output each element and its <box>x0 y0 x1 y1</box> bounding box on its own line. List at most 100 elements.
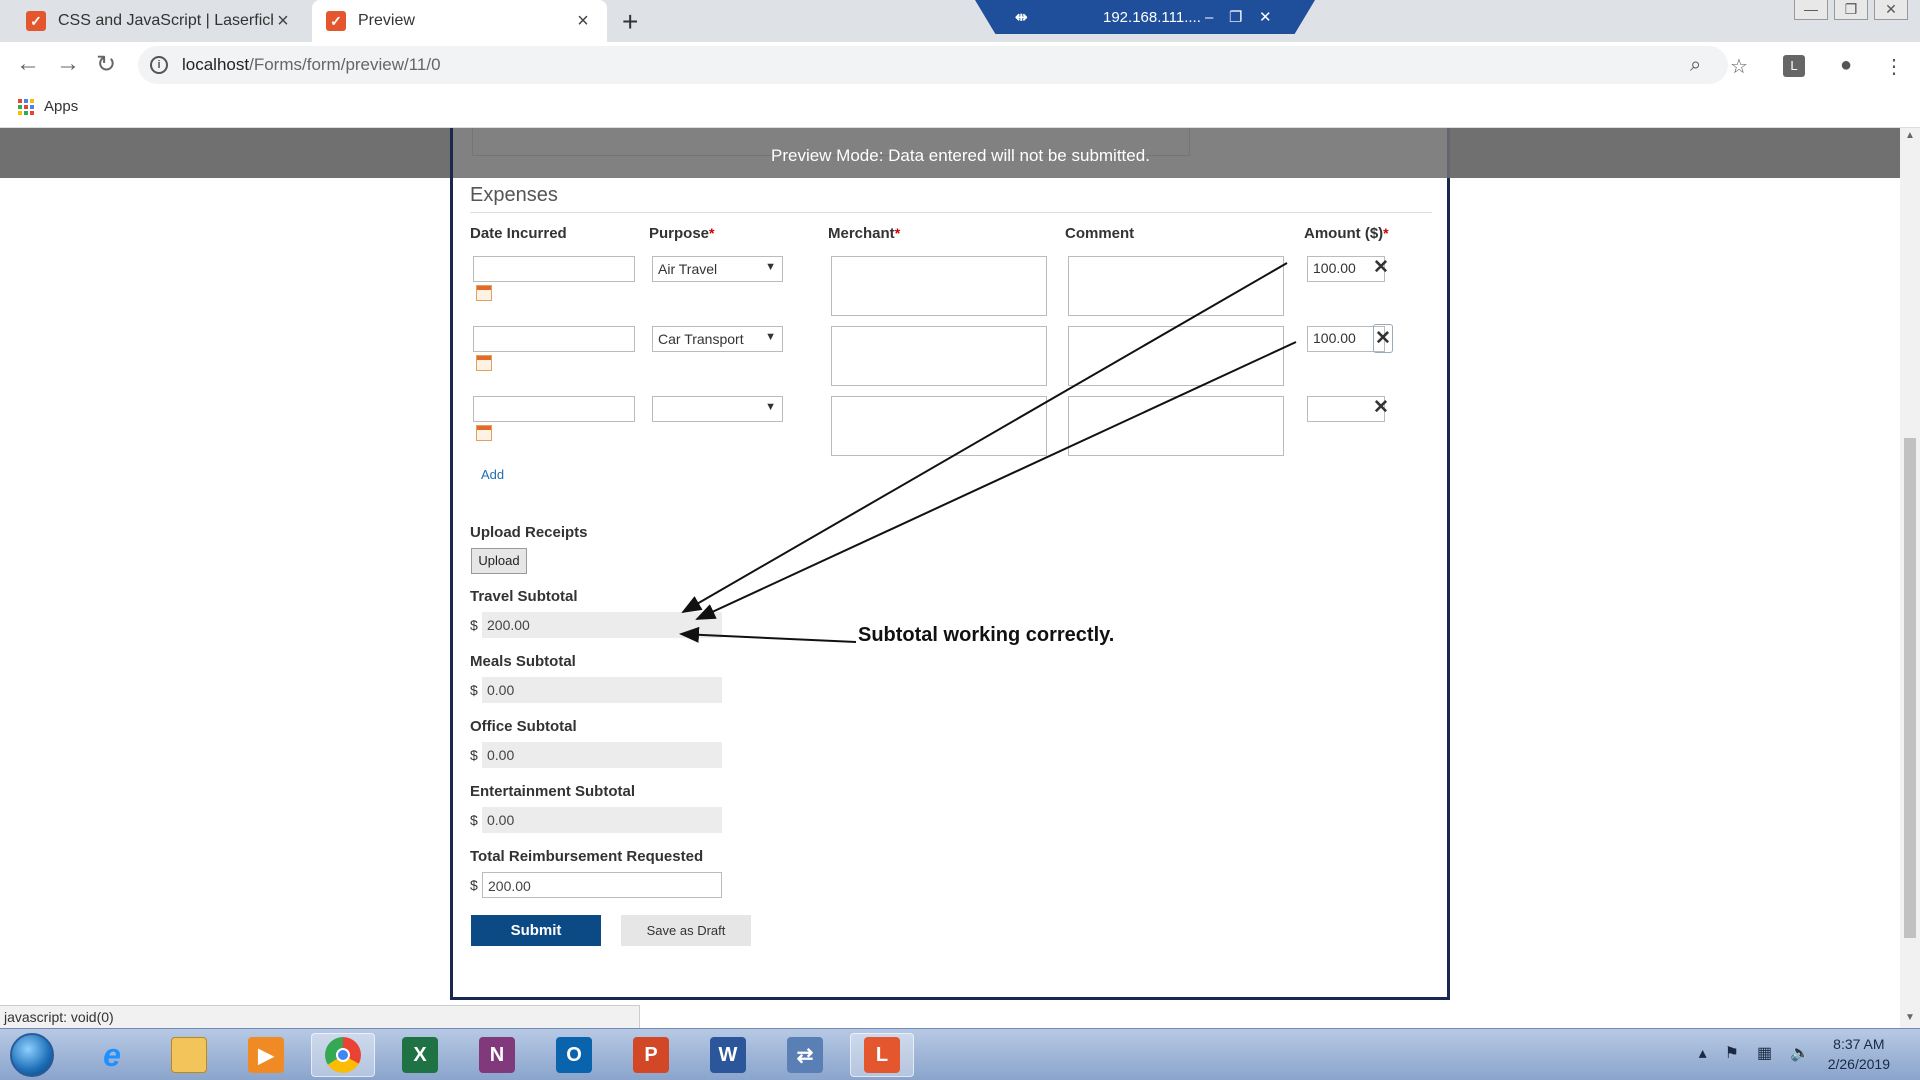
extension-icon[interactable]: L <box>1783 55 1805 77</box>
meals-subtotal-label: Meals Subtotal <box>470 653 576 670</box>
calendar-icon[interactable] <box>476 355 492 371</box>
comment-textarea[interactable] <box>1068 256 1284 316</box>
action-center-flag-icon[interactable]: ⚑ <box>1725 1043 1739 1063</box>
media-player-icon[interactable]: ▶ <box>234 1033 298 1077</box>
internet-explorer-icon[interactable]: e <box>80 1033 144 1077</box>
scroll-thumb[interactable] <box>1904 438 1916 938</box>
clock-time: 8:37 AM <box>1833 1036 1885 1052</box>
remote-desktop-address: 192.168.111.... <box>1103 8 1201 26</box>
laserfiche-check-icon: ✓ <box>26 11 46 31</box>
zoom-icon[interactable]: ⌕ <box>1690 54 1701 77</box>
laserfiche-icon[interactable]: L <box>850 1033 914 1077</box>
preview-banner-text: Preview Mode: Data entered will not be s… <box>771 146 1150 165</box>
date-input[interactable] <box>473 326 635 352</box>
url-host: localhost <box>182 55 250 74</box>
scroll-up-icon[interactable]: ▲ <box>1905 130 1915 141</box>
system-clock[interactable]: 8:37 AM 2/26/2019 <box>1828 1034 1890 1074</box>
onenote-icon[interactable]: N <box>465 1033 529 1077</box>
system-tray: ▴ ⚑ ▦ 🔈 <box>1699 1043 1810 1063</box>
currency-symbol: $ <box>470 812 478 828</box>
restore-icon[interactable]: ❐ <box>1834 0 1868 20</box>
entertainment-subtotal-label: Entertainment Subtotal <box>470 783 636 800</box>
word-icon[interactable]: W <box>696 1033 760 1077</box>
pin-icon[interactable]: ⇹ <box>1015 8 1028 26</box>
back-icon[interactable]: ← <box>16 50 40 78</box>
purpose-select-value: Car Transport <box>658 331 744 347</box>
excel-icon[interactable]: X <box>388 1033 452 1077</box>
reload-icon[interactable]: ↻ <box>96 50 116 79</box>
close-icon[interactable]: ✕ <box>1259 8 1272 26</box>
menu-icon[interactable]: ⋮ <box>1884 54 1904 79</box>
file-explorer-icon[interactable] <box>157 1033 221 1077</box>
currency-symbol: $ <box>470 747 478 763</box>
delete-row-icon[interactable]: ✕ <box>1373 256 1389 279</box>
close-icon[interactable]: × <box>273 10 293 33</box>
merchant-textarea[interactable] <box>831 256 1047 316</box>
purpose-select[interactable]: ▼ <box>652 396 783 422</box>
delete-row-icon[interactable]: ✕ <box>1373 324 1393 353</box>
network-tool-icon[interactable]: ⇄ <box>773 1033 837 1077</box>
purpose-select[interactable]: Air Travel ▼ <box>652 256 783 282</box>
minimize-icon[interactable]: – <box>1205 9 1213 26</box>
laserfiche-check-icon: ✓ <box>326 11 346 31</box>
meals-subtotal-field: 0.00 <box>482 677 722 703</box>
merchant-textarea[interactable] <box>831 326 1047 386</box>
currency-symbol: $ <box>470 877 478 893</box>
tab-preview[interactable]: ✓ Preview × <box>312 0 607 42</box>
address-bar[interactable]: i localhost /Forms/form/preview/11/0 <box>138 46 1728 84</box>
restore-icon[interactable]: ❐ <box>1229 8 1242 26</box>
save-as-draft-button[interactable]: Save as Draft <box>621 915 751 946</box>
column-header-label: Merchant <box>828 225 895 242</box>
column-header-comment: Comment <box>1065 225 1135 242</box>
outlook-icon[interactable]: O <box>542 1033 606 1077</box>
date-input[interactable] <box>473 256 635 282</box>
dropdown-arrow-icon: ▼ <box>765 401 776 413</box>
comment-textarea[interactable] <box>1068 396 1284 456</box>
dropdown-arrow-icon: ▼ <box>765 261 776 273</box>
bookmark-star-icon[interactable]: ☆ <box>1730 54 1748 79</box>
forward-icon[interactable]: → <box>56 50 80 78</box>
submit-button[interactable]: Submit <box>471 915 601 946</box>
merchant-textarea[interactable] <box>831 396 1047 456</box>
total-reimbursement-field: 200.00 <box>482 872 722 898</box>
account-icon[interactable]: ● <box>1840 54 1852 77</box>
entertainment-subtotal-field: 0.00 <box>482 807 722 833</box>
volume-icon[interactable]: 🔈 <box>1790 1043 1810 1063</box>
calendar-icon[interactable] <box>476 425 492 441</box>
new-tab-icon[interactable]: + <box>622 6 638 38</box>
network-icon[interactable]: ▦ <box>1757 1043 1772 1063</box>
comment-textarea[interactable] <box>1068 326 1284 386</box>
tab-laserfiche-css[interactable]: ✓ CSS and JavaScript | Laserfiche Fo × <box>12 0 307 42</box>
upload-receipts-label: Upload Receipts <box>470 524 588 541</box>
travel-subtotal-field: 200.00 <box>482 612 722 638</box>
remote-desktop-bar: ⇹ 192.168.111.... – ❐ ✕ <box>975 0 1315 34</box>
chrome-icon[interactable] <box>311 1033 375 1077</box>
section-title: Expenses <box>470 184 558 206</box>
column-header-label: Purpose <box>649 225 710 242</box>
apps-label: Apps <box>44 98 79 115</box>
currency-symbol: $ <box>470 617 478 633</box>
start-button-icon[interactable] <box>10 1033 54 1077</box>
add-row-link[interactable]: Add <box>481 467 504 482</box>
show-hidden-icons-icon[interactable]: ▴ <box>1699 1043 1707 1063</box>
powerpoint-icon[interactable]: P <box>619 1033 683 1077</box>
scroll-down-icon[interactable]: ▼ <box>1905 1012 1915 1023</box>
close-icon[interactable]: ✕ <box>1874 0 1908 20</box>
page-viewport: Preview Mode: Data entered will not be s… <box>0 128 1900 1028</box>
minimize-icon[interactable]: — <box>1794 0 1828 20</box>
purpose-select-value: Air Travel <box>658 261 718 277</box>
page-scrollbar[interactable]: ▲ ▼ <box>1900 128 1920 1028</box>
form-card: Preview Mode: Data entered will not be s… <box>450 128 1453 1000</box>
column-header-label: Amount ($) <box>1304 225 1384 242</box>
calendar-icon[interactable] <box>476 285 492 301</box>
clock-date: 2/26/2019 <box>1827 1056 1890 1072</box>
tab-title: Preview <box>358 12 415 29</box>
info-icon[interactable]: i <box>150 56 168 74</box>
delete-row-icon[interactable]: ✕ <box>1373 396 1389 419</box>
upload-button[interactable]: Upload <box>471 548 527 574</box>
purpose-select[interactable]: Car Transport ▼ <box>652 326 783 352</box>
close-icon[interactable]: × <box>573 10 593 33</box>
office-subtotal-field: 0.00 <box>482 742 722 768</box>
date-input[interactable] <box>473 396 635 422</box>
apps-shortcut[interactable]: Apps <box>18 98 78 115</box>
